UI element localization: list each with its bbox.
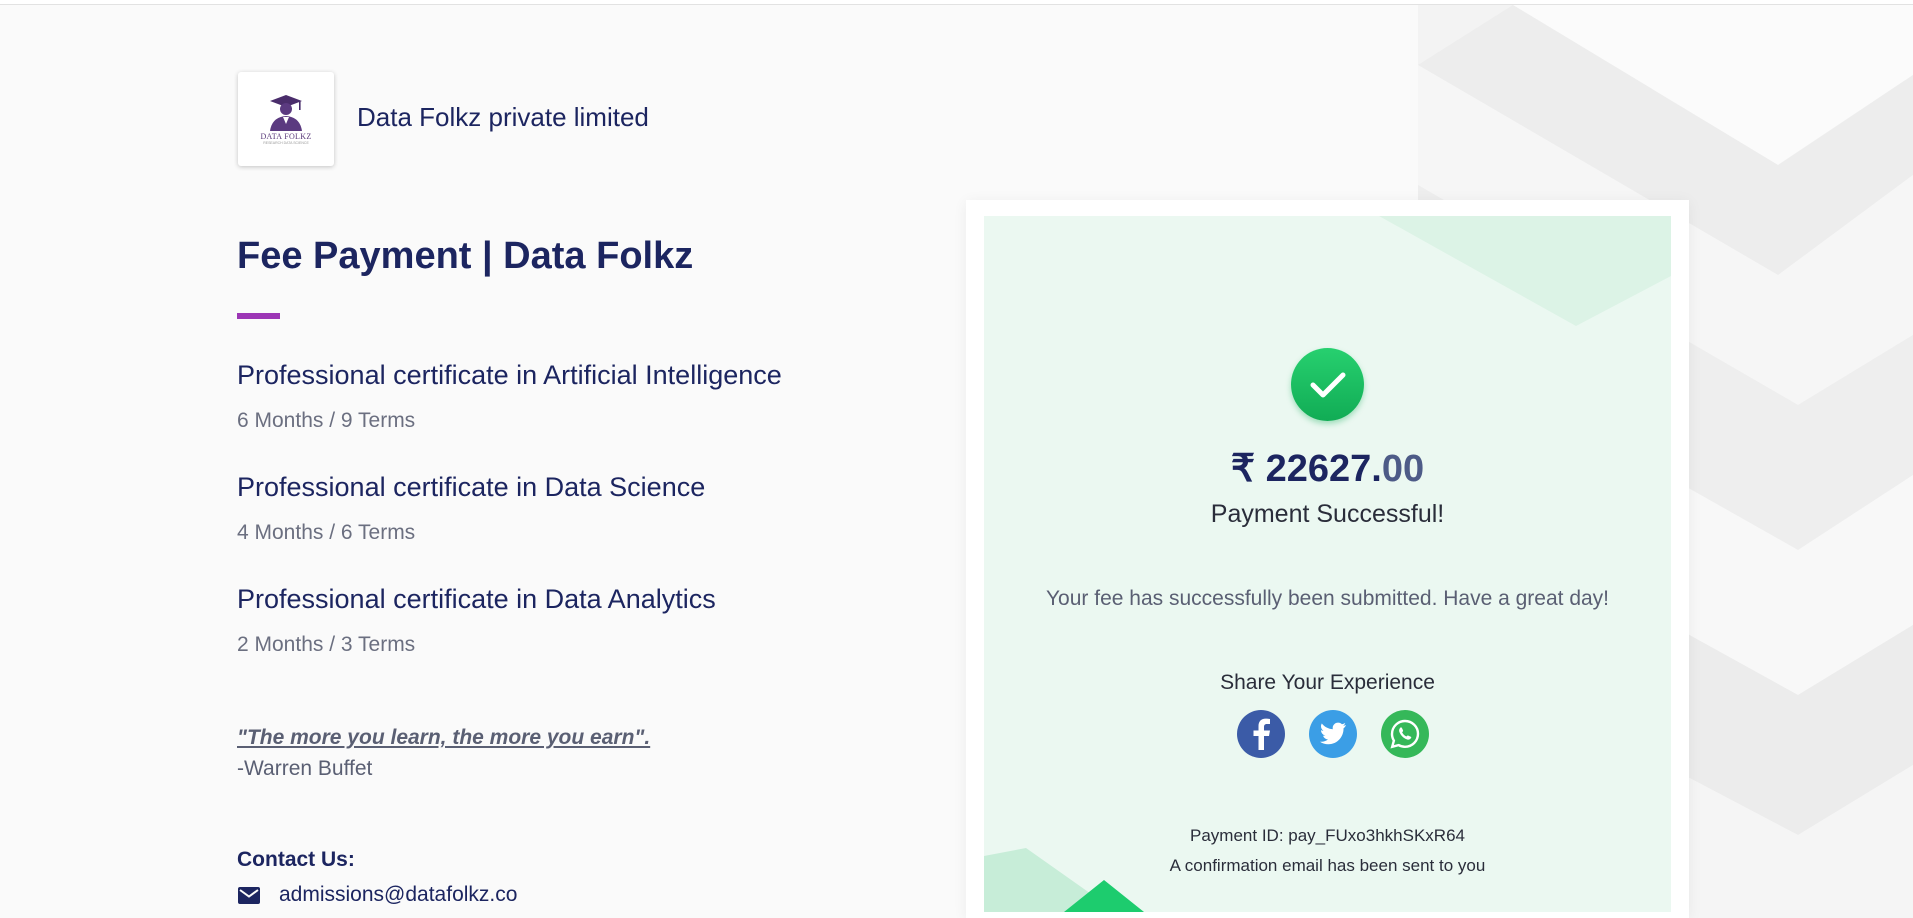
payment-id: Payment ID: pay_FUxo3hkhSKxR64 [1190, 826, 1465, 845]
payment-status: Payment Successful! [1210, 500, 1445, 528]
twitter-icon [1320, 722, 1346, 745]
share-label: Share Your Experience [1220, 671, 1435, 694]
course-duration: 6 Months / 9 Terms [237, 409, 416, 432]
payment-message: Your fee has successfully been submitted… [1045, 587, 1610, 610]
course-title: Professional certificate in Data Analyti… [237, 584, 716, 614]
whatsapp-icon [1390, 719, 1420, 749]
logo-text: DATA FOLKZ [260, 132, 312, 141]
title-accent-bar [237, 313, 280, 319]
confirmation-note: A confirmation email has been sent to yo… [1169, 856, 1486, 875]
course-title: Professional certificate in Artificial I… [237, 360, 782, 390]
card-decoration [984, 216, 1671, 912]
course-duration: 4 Months / 6 Terms [237, 521, 416, 544]
logo-subtext: RESEARCH DATA SCIENCE [263, 141, 309, 145]
contact-label: Contact Us: [237, 848, 355, 871]
twitter-share-button[interactable] [1309, 710, 1357, 758]
course-duration: 2 Months / 3 Terms [237, 633, 416, 656]
quote-text: "The more you learn, the more you earn". [237, 726, 651, 749]
payment-card-body [984, 216, 1671, 912]
facebook-share-button[interactable] [1237, 710, 1285, 758]
quote-author: -Warren Buffet [237, 757, 373, 780]
success-check-icon [1291, 348, 1364, 421]
page-title: Fee Payment | Data Folkz [237, 235, 694, 277]
course-title: Professional certificate in Data Science [237, 472, 706, 502]
amount-main: ₹ 22627. [1230, 448, 1382, 490]
graduate-logo-icon [270, 95, 302, 131]
check-icon [1310, 372, 1345, 397]
company-logo[interactable]: DATA FOLKZ RESEARCH DATA SCIENCE [238, 72, 334, 166]
amount-decimal: 00 [1381, 448, 1425, 490]
course-item: Professional certificate in Data Analyti… [237, 584, 716, 657]
course-item: Professional certificate in Artificial I… [237, 360, 782, 433]
facebook-icon [1253, 718, 1270, 750]
contact-email-link[interactable]: admissions@datafolkz.co [279, 883, 517, 907]
payment-amount: ₹ 22627.00 [984, 446, 1671, 491]
organization-name: Data Folkz private limited [357, 102, 649, 132]
mail-icon [238, 887, 260, 904]
course-item: Professional certificate in Data Science… [237, 472, 705, 545]
whatsapp-share-button[interactable] [1381, 710, 1429, 758]
